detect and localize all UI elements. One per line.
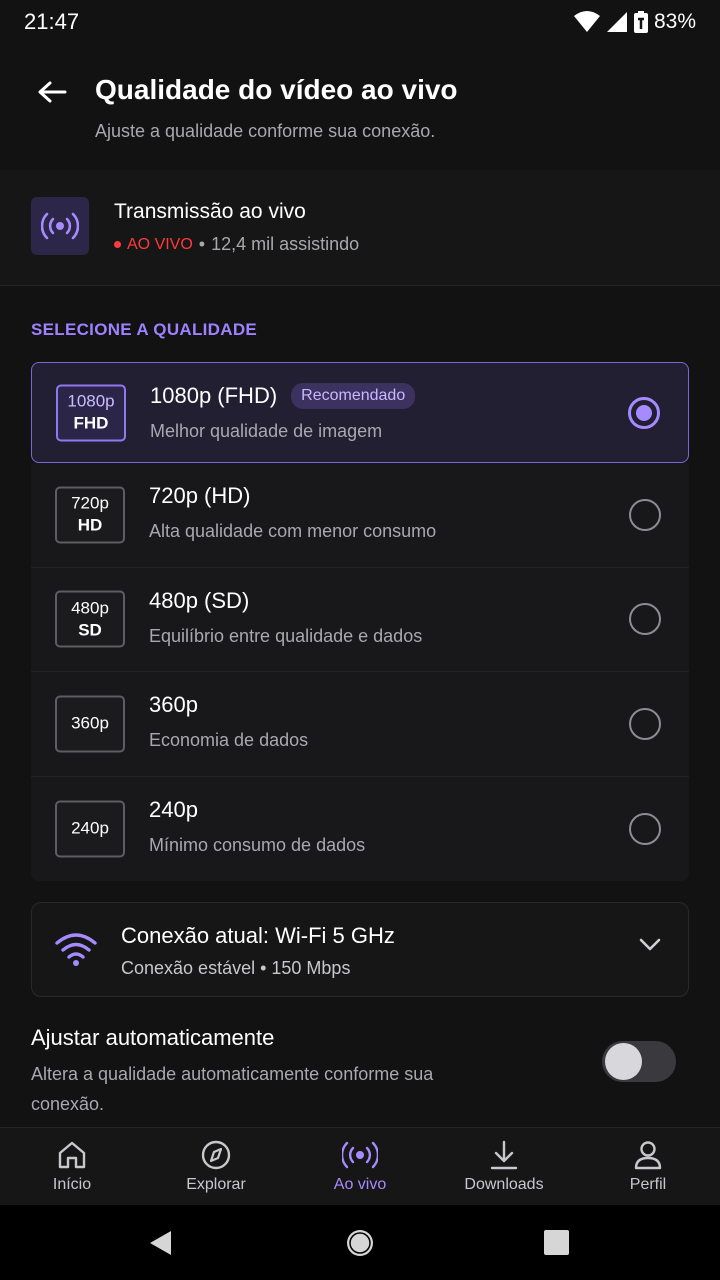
quality-title: 480p (SD) bbox=[149, 587, 250, 613]
quality-option-1080p[interactable]: 1080p FHD 1080p (FHD) Recomendado Melhor… bbox=[31, 362, 689, 463]
live-broadcast-icon bbox=[41, 212, 79, 240]
quality-description: Alta qualidade com menor consumo bbox=[149, 521, 437, 541]
nav-item-explore[interactable]: Explorar bbox=[144, 1128, 288, 1205]
nav-label: Perfil bbox=[629, 1176, 667, 1193]
home-icon bbox=[58, 1141, 86, 1169]
quality-option-240p[interactable]: 240p 240p Mínimo consumo de dados bbox=[31, 776, 689, 881]
nav-label: Ao vivo bbox=[333, 1176, 387, 1193]
connection-subtitle: Conexão estável • 150 Mbps bbox=[121, 958, 351, 978]
quality-title-row: 720p (HD) bbox=[149, 483, 250, 509]
download-icon bbox=[490, 1140, 518, 1170]
quality-badge: 360p bbox=[55, 695, 125, 753]
nav-label: Início bbox=[52, 1176, 92, 1193]
badge-label: SD bbox=[78, 620, 102, 640]
quality-title-row: 240p bbox=[149, 797, 198, 823]
page-title: Qualidade do vídeo ao vivo bbox=[95, 74, 458, 105]
toggle-knob bbox=[605, 1043, 642, 1080]
quality-title: 360p bbox=[149, 692, 198, 717]
badge-resolution: 1080p bbox=[67, 391, 115, 411]
live-icon bbox=[342, 1141, 378, 1169]
page-subtitle: Ajuste a qualidade conforme sua conexão. bbox=[95, 121, 436, 141]
badge-resolution: 240p bbox=[71, 818, 109, 838]
person-icon bbox=[634, 1141, 662, 1170]
quality-radio[interactable] bbox=[629, 812, 661, 845]
wifi-icon bbox=[55, 933, 97, 966]
meta-separator: • bbox=[198, 234, 206, 254]
live-dot bbox=[114, 241, 121, 248]
stream-card: Transmissão ao vivo AO VIVO • 12,4 mil a… bbox=[0, 170, 720, 286]
auto-adjust-title: Ajustar automaticamente bbox=[31, 1025, 275, 1050]
quality-radio[interactable] bbox=[629, 603, 661, 636]
bottom-nav: Início Explorar Ao vivo Downloads Perfil bbox=[0, 1127, 720, 1205]
quality-description: Melhor qualidade de imagem bbox=[150, 421, 383, 441]
live-badge: AO VIVO bbox=[127, 235, 193, 253]
quality-radio[interactable] bbox=[628, 396, 660, 429]
badge-resolution: 360p bbox=[71, 713, 109, 733]
quality-badge: 1080p FHD bbox=[56, 384, 126, 441]
nav-label: Downloads bbox=[464, 1176, 544, 1193]
quality-option-360p[interactable]: 360p 360p Economia de dados bbox=[31, 672, 689, 777]
page-header: Qualidade do vídeo ao vivo Ajuste a qual… bbox=[0, 44, 720, 170]
system-recents-icon[interactable] bbox=[544, 1230, 569, 1255]
badge-resolution: 480p bbox=[71, 598, 109, 618]
badge-label: HD bbox=[77, 515, 103, 535]
quality-title: 720p (HD) bbox=[149, 483, 251, 508]
quality-badge: 240p bbox=[55, 800, 125, 858]
system-home-icon[interactable] bbox=[345, 1228, 375, 1258]
nav-item-profile[interactable]: Perfil bbox=[576, 1128, 720, 1205]
quality-radio[interactable] bbox=[629, 707, 661, 740]
battery-level: 83% bbox=[653, 10, 696, 33]
quality-list: 1080p FHD 1080p (FHD) Recomendado Melhor… bbox=[31, 362, 689, 881]
battery-icon bbox=[633, 11, 648, 33]
system-nav-bar bbox=[0, 1205, 720, 1280]
arrow-left-icon bbox=[38, 81, 67, 103]
quality-description: Equilíbrio entre qualidade e dados bbox=[149, 625, 423, 646]
quality-option-480p[interactable]: 480p SD 480p (SD) Equilíbrio entre quali… bbox=[31, 567, 689, 672]
wifi-icon bbox=[573, 11, 600, 32]
quality-badge: 480p SD bbox=[55, 590, 125, 648]
auto-adjust-description: Altera a qualidade automaticamente confo… bbox=[31, 1064, 434, 1114]
quality-title-row: 480p (SD) bbox=[149, 588, 249, 614]
quality-radio[interactable] bbox=[629, 498, 661, 531]
quality-badge: 720p HD bbox=[55, 486, 125, 544]
nav-label: Explorar bbox=[186, 1176, 246, 1193]
badge-resolution: 720p bbox=[71, 493, 109, 513]
quality-title: 1080p (FHD) bbox=[150, 383, 278, 408]
connection-title: Conexão atual: Wi-Fi 5 GHz bbox=[121, 923, 395, 948]
stream-thumbnail bbox=[31, 197, 89, 255]
status-time: 21:47 bbox=[24, 9, 80, 34]
stream-meta: AO VIVO • 12,4 mil assistindo bbox=[114, 234, 359, 255]
system-back-icon[interactable] bbox=[147, 1229, 173, 1257]
compass-icon bbox=[201, 1140, 231, 1170]
quality-title: 240p bbox=[149, 796, 198, 822]
signal-icon bbox=[606, 12, 627, 32]
back-button[interactable] bbox=[32, 72, 72, 112]
nav-item-live[interactable]: Ao vivo bbox=[288, 1128, 432, 1205]
stream-title: Transmissão ao vivo bbox=[114, 200, 306, 223]
quality-description: Economia de dados bbox=[149, 730, 309, 750]
badge-label: FHD bbox=[73, 413, 109, 433]
section-label: SELECIONE A QUALIDADE bbox=[31, 320, 258, 339]
quality-title-row: 360p bbox=[149, 692, 198, 718]
quality-option-720p[interactable]: 720p HD 720p (HD) Alta qualidade com men… bbox=[31, 463, 689, 568]
connection-card[interactable]: Conexão atual: Wi-Fi 5 GHz Conexão estáv… bbox=[31, 902, 689, 997]
quality-description: Mínimo consumo de dados bbox=[149, 834, 366, 855]
auto-adjust-toggle[interactable] bbox=[602, 1041, 676, 1082]
quality-title-row: 1080p (FHD) Recomendado bbox=[150, 383, 416, 409]
status-bar: 21:47 83% bbox=[0, 0, 720, 44]
nav-item-home[interactable]: Início bbox=[0, 1128, 144, 1205]
recommended-badge: Recomendado bbox=[291, 383, 416, 409]
chevron-down-icon[interactable] bbox=[638, 937, 662, 953]
nav-item-downloads[interactable]: Downloads bbox=[432, 1128, 576, 1205]
viewer-count: 12,4 mil assistindo bbox=[211, 234, 360, 254]
status-icons: 83% bbox=[573, 10, 696, 34]
